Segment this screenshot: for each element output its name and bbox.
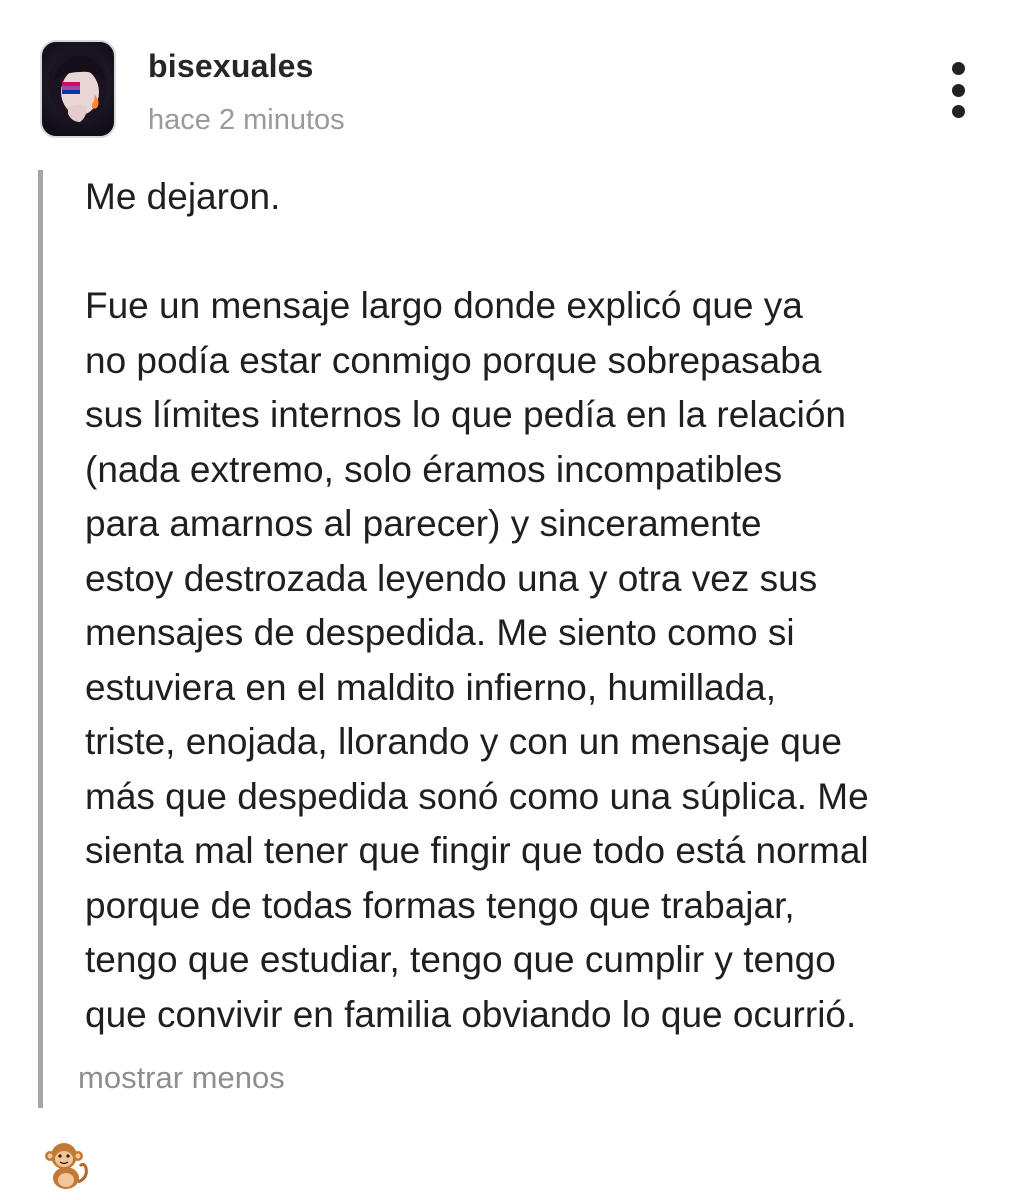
- post-line: triste, enojada, llorando y con un mensa…: [85, 721, 842, 762]
- monkey-emoji-icon: [40, 1138, 90, 1192]
- more-vertical-icon: [951, 83, 965, 97]
- post-line: estoy destrozada leyendo una y otra vez …: [85, 557, 818, 599]
- more-options-button[interactable]: [946, 62, 970, 118]
- post-line: que convivir en familia obviando lo que …: [85, 993, 857, 1035]
- avatar[interactable]: [40, 40, 116, 138]
- post-line: no podía estar conmigo porque sobrepasab…: [85, 339, 822, 381]
- post-line: tengo que estudiar, tengo que cumplir y …: [85, 939, 836, 980]
- post-opening-line: Me dejaron.: [85, 176, 281, 217]
- post-line: sienta mal tener que fingir que todo est…: [85, 830, 869, 871]
- post-header: bisexuales hace 2 minutos: [40, 40, 986, 140]
- post-line: porque de todas formas tengo que trabaja…: [85, 884, 795, 926]
- post-line: (nada extremo, solo éramos incompatibles: [85, 448, 783, 490]
- more-vertical-icon: [951, 62, 965, 75]
- show-less-link[interactable]: mostrar menos: [78, 1060, 285, 1096]
- username[interactable]: bisexuales: [148, 48, 314, 85]
- post-line: Fue un mensaje largo donde explicó que y…: [85, 285, 803, 326]
- post-body: Me dejaron. Fue un mensaje largo donde e…: [38, 170, 986, 1108]
- post-text: Me dejaron. Fue un mensaje largo donde e…: [85, 170, 985, 1042]
- post-line: estuviera en el maldito infierno, humill…: [85, 666, 777, 708]
- avatar-image: [48, 48, 108, 122]
- post-line: sus límites internos lo que pedía en la …: [85, 394, 846, 435]
- more-vertical-icon: [951, 105, 965, 118]
- post-line: para amarnos al parecer) y sinceramente: [85, 503, 762, 544]
- post-timestamp: hace 2 minutos: [148, 104, 345, 136]
- post-line: mensajes de despedida. Me siento como si: [85, 612, 795, 653]
- post-line: más que despedida sonó como una súplica.…: [85, 775, 869, 817]
